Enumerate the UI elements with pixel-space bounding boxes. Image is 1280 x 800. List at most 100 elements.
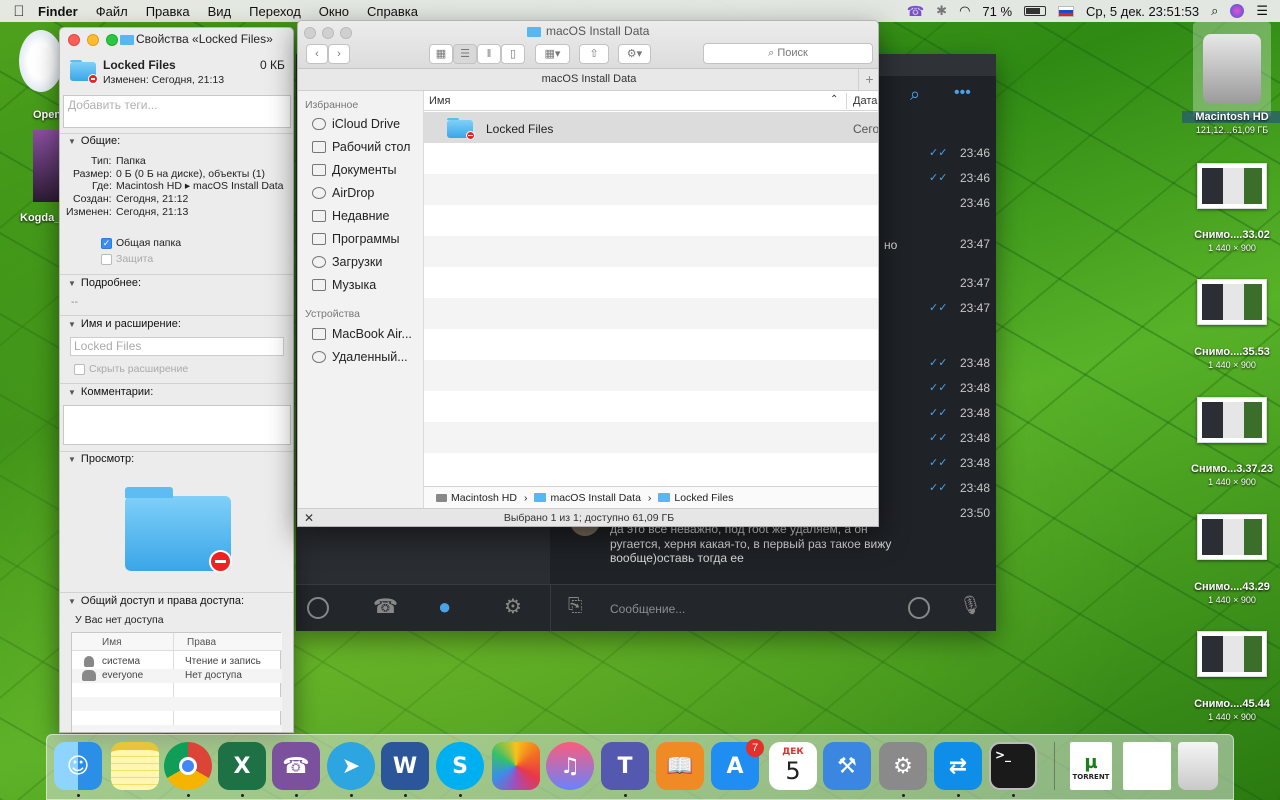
microphone-icon[interactable]: 🎙 (959, 595, 982, 616)
sidebar-item-applications[interactable]: Программы (312, 232, 400, 246)
battery-icon[interactable] (1024, 6, 1047, 16)
siri-icon[interactable] (1230, 4, 1245, 18)
menu-go[interactable]: Переход (240, 4, 310, 19)
action-gear-button[interactable]: ⚙▾ (618, 44, 651, 64)
perm-row-rights[interactable]: Нет доступа (185, 670, 242, 681)
desktop-icon-open[interactable] (19, 30, 63, 92)
books-dock-icon[interactable]: 📖 (656, 742, 704, 790)
telegram-more-icon[interactable]: ••• (954, 84, 971, 102)
screenshot-thumb-3[interactable] (1197, 397, 1267, 443)
close-button[interactable] (68, 34, 80, 46)
bluetooth-icon[interactable]: ✱ (936, 3, 947, 19)
screenshot-thumb-5[interactable] (1197, 631, 1267, 677)
photos-dock-icon[interactable] (492, 742, 540, 790)
message-input[interactable]: Сообщение... (610, 602, 685, 616)
calendar-dock-icon[interactable]: ДЕК 5 (769, 742, 817, 790)
sidebar-item-downloads[interactable]: Загрузки (312, 255, 382, 269)
viber-dock-icon[interactable]: ☎ (272, 742, 320, 790)
more-info-section-toggle[interactable]: Подробнее: (68, 277, 141, 289)
path-item-locked-files[interactable]: Locked Files (674, 492, 733, 504)
itunes-dock-icon[interactable]: ♫ (546, 742, 594, 790)
perm-row[interactable]: everyone Нет доступа (72, 669, 282, 683)
perm-col-name[interactable]: Имя (102, 637, 121, 648)
skype-dock-icon[interactable]: S (436, 742, 484, 790)
contacts-icon[interactable] (307, 597, 329, 619)
input-source-flag-icon[interactable] (1058, 5, 1075, 17)
zoom-button[interactable] (340, 27, 352, 39)
terminal-dock-icon[interactable]: >_ (989, 742, 1037, 790)
sidebar-item-icloud[interactable]: iCloud Drive (312, 117, 400, 131)
viber-status-icon[interactable]: ☎ (907, 3, 924, 20)
downloads-stack-dock-icon[interactable] (1123, 742, 1171, 790)
back-button[interactable]: ‹ (306, 44, 328, 64)
toggle-sidebar-icon[interactable]: ✕ (304, 509, 314, 526)
menu-window[interactable]: Окно (310, 4, 358, 19)
sidebar-item-music[interactable]: Музыка (312, 278, 376, 292)
sidebar-item-recents[interactable]: Недавние (312, 209, 389, 223)
wifi-icon[interactable]: ◠ (959, 3, 970, 19)
hide-extension-checkbox[interactable] (74, 364, 85, 375)
attach-icon[interactable]: ⎘ (568, 595, 582, 616)
notification-center-icon[interactable]: ☰ (1256, 3, 1268, 19)
minimize-button[interactable] (322, 27, 334, 39)
apple-menu-icon[interactable]:  (0, 3, 38, 20)
path-item-install-data[interactable]: macOS Install Data (550, 492, 640, 504)
finder-dock-icon[interactable]: ☺ (54, 742, 102, 790)
desktop-icon-video[interactable] (33, 130, 59, 202)
perm-row-rights[interactable]: Чтение и запись (185, 656, 261, 667)
new-tab-button[interactable]: + (858, 69, 878, 91)
system-preferences-dock-icon[interactable]: ⚙ (879, 742, 927, 790)
shared-folder-checkbox[interactable]: ✓ (101, 238, 112, 249)
minimize-button[interactable] (87, 34, 99, 46)
preview-section-toggle[interactable]: Просмотр: (68, 453, 134, 465)
settings-icon[interactable]: ⚙ (504, 594, 522, 619)
column-date-header[interactable]: Дата (853, 95, 877, 107)
comments-field[interactable] (63, 405, 291, 445)
view-columns-button[interactable]: ‖ (477, 44, 501, 64)
sidebar-item-desktop[interactable]: Рабочий стол (312, 140, 410, 154)
view-icons-button[interactable]: ▦ (429, 44, 453, 64)
sidebar-item-remote-disc[interactable]: Удаленный... (312, 350, 408, 364)
word-dock-icon[interactable]: W (381, 742, 429, 790)
name-field[interactable]: Locked Files (70, 337, 284, 356)
spotlight-search-icon[interactable]: ⌕ (1211, 3, 1218, 19)
view-gallery-button[interactable]: ▯ (501, 44, 525, 64)
teams-dock-icon[interactable]: T (601, 742, 649, 790)
menu-edit[interactable]: Правка (137, 4, 199, 19)
perm-row[interactable]: система Чтение и запись (72, 655, 282, 669)
zoom-button[interactable] (106, 34, 118, 46)
path-item-macintosh-hd[interactable]: Macintosh HD (451, 492, 517, 504)
share-button[interactable]: ⇧ (579, 44, 609, 64)
calls-icon[interactable]: ☎ (373, 594, 398, 619)
search-field[interactable]: ⌕ Поиск (703, 43, 873, 64)
excel-dock-icon[interactable]: X (218, 742, 266, 790)
view-list-button[interactable]: ☰ (453, 44, 477, 64)
table-row[interactable]: Locked Files Сегодня (424, 112, 878, 143)
screenshot-thumb-1[interactable] (1197, 163, 1267, 209)
screenshot-thumb-4[interactable] (1197, 514, 1267, 560)
sidebar-item-macbook[interactable]: MacBook Air... (312, 327, 412, 341)
column-name-header[interactable]: Имя (429, 95, 450, 107)
general-section-toggle[interactable]: Общие: (68, 135, 120, 147)
telegram-search-icon[interactable]: ⌕ (910, 84, 920, 105)
menu-app-name[interactable]: Finder (38, 4, 87, 19)
name-extension-section-toggle[interactable]: Имя и расширение: (68, 318, 181, 330)
sidebar-item-airdrop[interactable]: AirDrop (312, 186, 374, 200)
teamviewer-dock-icon[interactable]: ⇄ (934, 742, 982, 790)
clock[interactable]: Ср, 5 дек. 23:51:53 (1086, 4, 1199, 19)
sharing-section-toggle[interactable]: Общий доступ и права доступа: (68, 595, 244, 607)
menu-file[interactable]: Файл (87, 4, 137, 19)
screenshot-thumb-2[interactable] (1197, 279, 1267, 325)
xcode-dock-icon[interactable]: ⚒ (823, 742, 871, 790)
chats-icon[interactable]: ● (438, 594, 451, 620)
telegram-dock-icon[interactable]: ➤ (327, 742, 375, 790)
notes-dock-icon[interactable] (111, 742, 159, 790)
battery-percent[interactable]: 71 % (982, 4, 1012, 19)
comments-section-toggle[interactable]: Комментарии: (68, 386, 153, 398)
sidebar-item-documents[interactable]: Документы (312, 163, 396, 177)
forward-button[interactable]: › (328, 44, 350, 64)
menu-view[interactable]: Вид (199, 4, 241, 19)
trash-dock-icon[interactable] (1178, 742, 1218, 790)
chrome-dock-icon[interactable] (164, 742, 212, 790)
close-button[interactable] (304, 27, 316, 39)
